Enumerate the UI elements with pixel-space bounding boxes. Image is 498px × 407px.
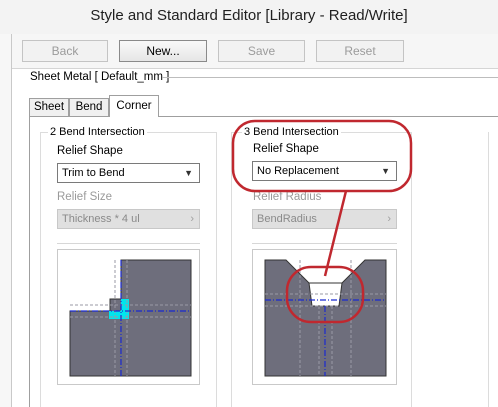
- callout-connector: [323, 190, 348, 277]
- callout-ellipse-select: [231, 119, 413, 193]
- tab-corner[interactable]: Corner: [109, 95, 159, 117]
- callout-annotation: [231, 119, 413, 324]
